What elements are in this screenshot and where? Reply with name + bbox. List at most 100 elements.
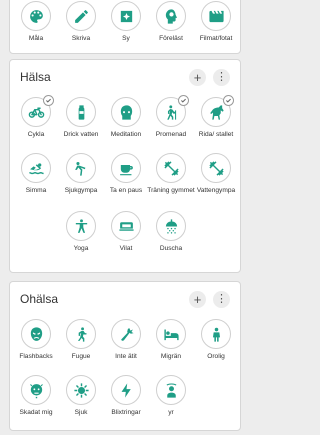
activity-tile-yr[interactable]: yr (148, 375, 194, 417)
needle-icon (120, 10, 132, 22)
walking-icon (77, 326, 86, 342)
activity-circle[interactable] (201, 319, 231, 349)
activity-circle[interactable] (201, 95, 234, 127)
check-icon (226, 98, 231, 103)
bicycle-icon (28, 107, 44, 118)
hiking-icon (166, 104, 176, 120)
card-title: Hälsa (20, 70, 51, 84)
activity-circle[interactable] (111, 1, 141, 31)
activity-label: Rida/ stallet (198, 131, 234, 138)
activity-tile-cykla[interactable]: Cykla (13, 95, 59, 139)
activity-circle[interactable] (156, 211, 186, 241)
more-menu-button[interactable]: ⋮ (213, 290, 230, 308)
halsa-category-card: Hälsa + ⋮ Cykla Drick vatten Meditation … (9, 59, 241, 273)
activity-circle[interactable] (156, 319, 186, 349)
check-icon (181, 98, 186, 103)
water-bottle-icon (78, 104, 84, 120)
activity-tile-vilat[interactable]: Vilat (103, 211, 149, 253)
activity-label: Orolig (207, 353, 225, 360)
carrot-icon (120, 327, 134, 341)
activity-tile-migran[interactable]: Migrän (148, 319, 194, 361)
check-badge (178, 95, 189, 106)
activity-tile-sjuk[interactable]: Sjuk (58, 375, 104, 417)
card-header: Ohälsa + ⋮ (20, 290, 230, 308)
person-bed-icon (163, 329, 179, 340)
activity-tile-ta-en-paus[interactable]: Ta en paus (103, 153, 149, 195)
activity-tile-vattengympa[interactable]: Vattengympa (193, 153, 239, 195)
activity-tile-skadat-mig[interactable]: Skadat mig (13, 375, 59, 417)
check-badge (223, 95, 234, 106)
activity-circle[interactable] (66, 211, 96, 241)
activity-circle[interactable] (201, 1, 231, 31)
activity-tile-blixtringar[interactable]: Blixtringar (103, 375, 149, 417)
palette-icon (29, 9, 43, 23)
activity-circle[interactable] (156, 375, 186, 405)
pen-icon (74, 9, 88, 23)
activity-tile-forelast[interactable]: Föreläst (148, 1, 194, 43)
activity-circle[interactable] (111, 211, 141, 241)
activity-circle[interactable] (111, 153, 141, 183)
activity-tile-filmat[interactable]: Filmat/fotat (193, 1, 239, 43)
add-activity-button[interactable]: + (189, 290, 206, 308)
activity-tile-yoga[interactable]: Yoga (58, 211, 104, 253)
water-dumbbell-icon (208, 160, 224, 176)
hurt-face-icon (29, 383, 43, 398)
activity-circle[interactable] (21, 153, 51, 183)
more-menu-button[interactable]: ⋮ (213, 68, 230, 86)
activity-tile-promenad[interactable]: Promenad (148, 95, 194, 139)
virus-icon (73, 382, 89, 398)
add-activity-button[interactable]: + (189, 68, 206, 86)
lightning-icon (121, 382, 131, 398)
activity-circle[interactable] (111, 97, 141, 127)
activity-circle[interactable] (156, 153, 186, 183)
activity-circle[interactable] (21, 95, 54, 127)
activity-tile-sy[interactable]: Sy (103, 1, 149, 43)
swimmer-icon (28, 162, 44, 174)
activity-tile-rida[interactable]: Rida/ stallet (193, 95, 239, 139)
activity-tile-duscha[interactable]: Duscha (148, 211, 194, 253)
check-icon (46, 98, 51, 103)
card-header: Hälsa + ⋮ (20, 68, 230, 86)
activity-tile-inte-atit[interactable]: Inte ätit (103, 319, 149, 361)
activity-label: Vattengympa (196, 187, 236, 194)
check-badge (43, 95, 54, 106)
activity-circle[interactable] (66, 319, 96, 349)
activity-circle[interactable] (66, 97, 96, 127)
head-speech-icon (165, 8, 177, 24)
coffee-cup-icon (119, 164, 133, 175)
activity-tile-traning-gymmet[interactable]: Träning gymmet (147, 153, 195, 195)
activity-circle[interactable] (21, 319, 51, 349)
activity-circle[interactable] (66, 153, 96, 183)
activity-tile-simma[interactable]: Simma (13, 153, 59, 195)
activity-tile-orolig[interactable]: Orolig (193, 319, 239, 361)
activity-circle[interactable] (156, 95, 189, 127)
shower-icon (165, 218, 177, 234)
activity-circle[interactable] (66, 1, 96, 31)
activity-tile-flashbacks[interactable]: Flashbacks (13, 319, 59, 361)
activity-tile-fugue[interactable]: Fugue (58, 319, 104, 361)
activity-circle[interactable] (111, 375, 141, 405)
top-category-card: Måla Skriva Sy Föreläst Filmat/fotat (9, 0, 241, 54)
activity-tile-sjukgympa[interactable]: Sjukgympa (58, 153, 104, 195)
activity-circle[interactable] (201, 153, 231, 183)
film-camera-icon (208, 10, 224, 22)
horse-icon (209, 104, 224, 120)
activity-tile-drick-vatten[interactable]: Drick vatten (58, 97, 104, 139)
activity-label: yr (168, 409, 174, 416)
activity-tile-mala[interactable]: Måla (13, 1, 59, 43)
activity-circle[interactable] (156, 1, 186, 31)
activity-label: Duscha (159, 245, 183, 252)
activity-tile-meditation[interactable]: Meditation (103, 97, 149, 139)
activity-circle[interactable] (21, 375, 51, 405)
dumbbell-icon (163, 160, 179, 176)
activity-circle[interactable] (21, 1, 51, 31)
yoga-icon (75, 218, 87, 233)
activity-circle[interactable] (111, 319, 141, 349)
activity-circle[interactable] (66, 375, 96, 405)
rest-icon (118, 221, 134, 231)
worried-icon (212, 327, 220, 342)
activity-label: Filmat/fotat (199, 35, 233, 42)
meditation-face-icon (120, 104, 132, 120)
activity-tile-skriva[interactable]: Skriva (58, 1, 104, 43)
angry-face-icon (30, 326, 42, 341)
